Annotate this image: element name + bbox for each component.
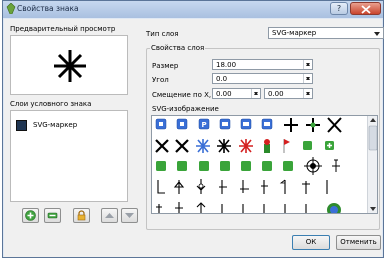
- symbol-grid-scrollbar[interactable]: [367, 116, 377, 213]
- arrow-up-icon: [105, 213, 114, 218]
- offset-label: Смещение по X, Y: [152, 91, 218, 99]
- offset-y-spinbox[interactable]: 0.00: [264, 88, 313, 99]
- offset-x-value: 0.00: [216, 90, 232, 98]
- offset-y-value: 0.00: [268, 90, 284, 98]
- layer-type-value: SVG-маркер: [272, 29, 317, 37]
- lock-icon: [77, 210, 86, 221]
- svg-symbol-icons: P: [155, 117, 342, 213]
- size-spinbox[interactable]: 18.00: [212, 59, 313, 70]
- layer-color-swatch: [16, 120, 27, 131]
- angle-value: 0.0: [216, 75, 228, 83]
- layer-type-label: Тип слоя: [146, 30, 179, 38]
- svg-text:P: P: [202, 121, 207, 129]
- layers-list: SVG-маркер: [10, 110, 128, 202]
- list-item[interactable]: SVG-маркер: [12, 119, 126, 133]
- move-down-button[interactable]: [121, 208, 138, 223]
- offset-x-spinbox[interactable]: 0.00: [212, 88, 261, 99]
- layer-properties-label: Свойства слоя: [150, 44, 206, 52]
- size-spin-arrows[interactable]: [303, 60, 312, 69]
- window-title: Свойства знака: [17, 4, 79, 13]
- scroll-down-icon: [370, 207, 376, 211]
- scroll-up-icon: [370, 118, 376, 122]
- help-button[interactable]: ?: [330, 2, 348, 15]
- close-button[interactable]: [350, 2, 381, 15]
- layer-item-label: SVG-маркер: [33, 121, 78, 129]
- cancel-button-label: Отменить: [340, 238, 377, 246]
- remove-layer-button[interactable]: [44, 208, 61, 223]
- lock-layer-button[interactable]: [73, 208, 90, 223]
- app-icon: [6, 2, 16, 15]
- offset-y-spin-arrows[interactable]: [303, 89, 312, 98]
- svg-image-label: SVG-изображение: [152, 105, 219, 113]
- preview-label: Предварительный просмотр: [10, 25, 116, 33]
- layers-label: Слои условного знака: [10, 100, 92, 108]
- offset-x-spin-arrows[interactable]: [251, 89, 260, 98]
- minus-icon: [47, 212, 58, 219]
- preview-panel: [10, 35, 128, 95]
- add-layer-button[interactable]: [22, 208, 39, 223]
- arrow-down-icon: [125, 213, 134, 218]
- angle-spin-arrows[interactable]: [303, 74, 312, 83]
- asterisk-preview-symbol: [54, 50, 86, 82]
- svg-symbol-grid[interactable]: P: [151, 115, 378, 214]
- size-value: 18.00: [216, 61, 237, 69]
- layer-type-select[interactable]: SVG-маркер: [268, 27, 384, 39]
- ok-button-label: ОК: [305, 238, 317, 246]
- move-up-button[interactable]: [101, 208, 118, 223]
- plus-icon: [25, 210, 36, 221]
- angle-label: Угол: [152, 76, 169, 84]
- cancel-button[interactable]: Отменить: [336, 235, 381, 250]
- angle-spinbox[interactable]: 0.0: [212, 73, 313, 84]
- size-label: Размер: [152, 62, 179, 70]
- chevron-down-icon: [374, 32, 380, 36]
- ok-button[interactable]: ОК: [292, 235, 330, 250]
